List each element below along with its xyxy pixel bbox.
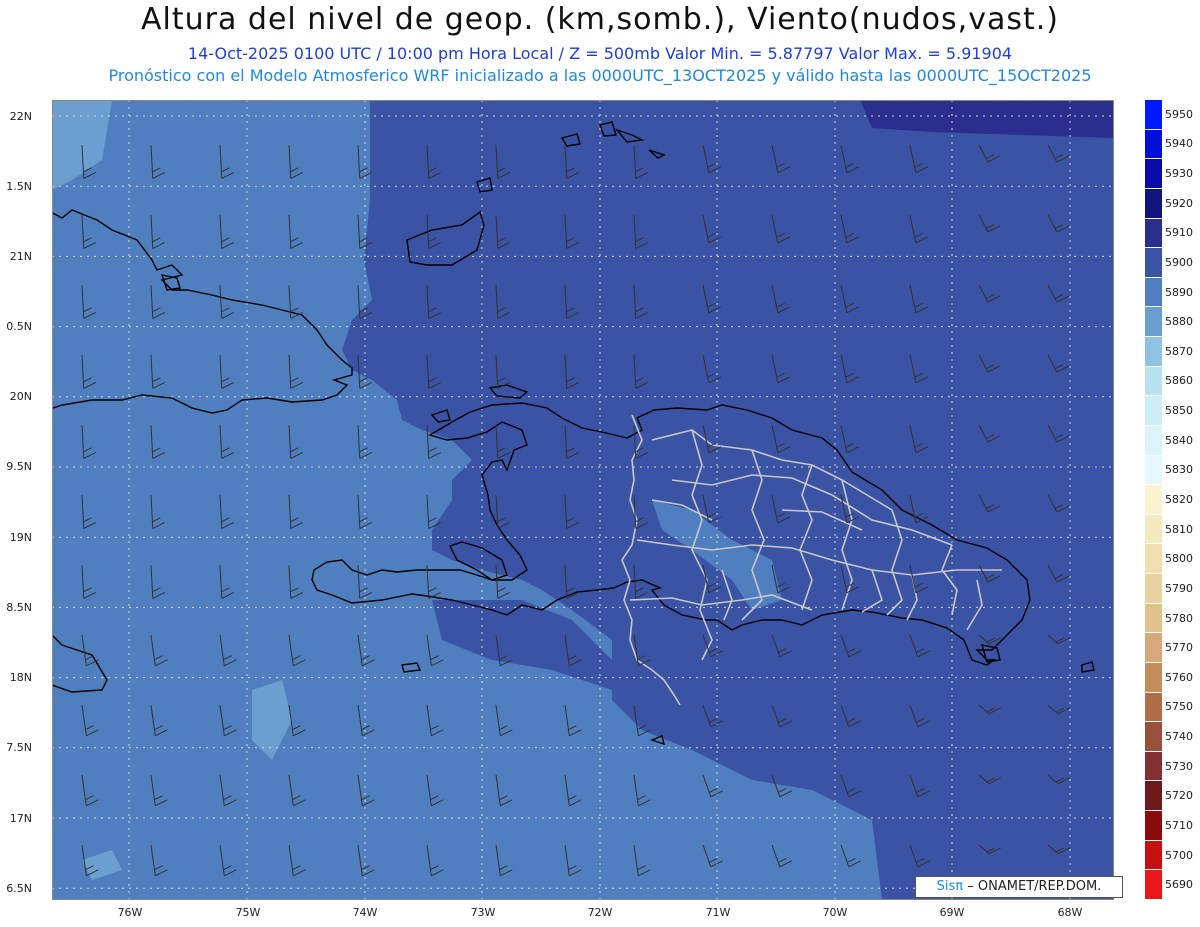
colorbar-swatch [1145, 603, 1162, 634]
colorbar-label: 5900 [1165, 255, 1193, 269]
colorbar-swatch [1145, 722, 1162, 752]
lon-label: 71W [705, 906, 731, 919]
colorbar-swatch [1145, 633, 1162, 663]
colorbar-label: 5690 [1165, 878, 1193, 892]
colorbar-label: 5810 [1165, 522, 1193, 536]
lon-label: 68W [1057, 906, 1083, 919]
lat-label: 8.5N [6, 601, 32, 614]
credit-box: Sisπ – ONAMET/REP.DOM. [915, 876, 1123, 898]
lon-label: 69W [939, 906, 965, 919]
colorbar-label: 5730 [1165, 759, 1193, 773]
colorbar-swatch [1145, 307, 1162, 338]
colorbar-label: 5720 [1165, 789, 1193, 803]
colorbar-swatch [1145, 425, 1162, 456]
colorbar-swatch [1145, 337, 1162, 367]
colorbar-swatch [1145, 100, 1162, 130]
colorbar-swatch [1145, 277, 1162, 308]
model-info: Pronóstico con el Modelo Atmosferico WRF… [108, 66, 1092, 85]
colorbar-label: 5700 [1165, 848, 1193, 862]
colorbar-label: 5870 [1165, 344, 1193, 358]
lon-label: 74W [352, 906, 378, 919]
lon-label: 75W [235, 906, 261, 919]
colorbar-label: 5880 [1165, 315, 1193, 329]
lat-label: 0.5N [6, 320, 32, 333]
lat-label: 1.5N [6, 180, 32, 193]
lat-label: 9.5N [6, 460, 32, 473]
lon-label: 73W [470, 906, 496, 919]
lon-label: 72W [587, 906, 613, 919]
colorbar-swatch [1145, 248, 1162, 278]
colorbar-label: 5820 [1165, 493, 1193, 506]
colorbar-swatch [1145, 751, 1162, 782]
colorbar-swatch [1145, 188, 1162, 219]
colorbar-label: 5780 [1165, 611, 1193, 625]
colorbar-label: 5890 [1165, 285, 1193, 299]
lon-label: 70W [822, 906, 848, 919]
colorbar-swatch [1145, 574, 1162, 604]
lat-label: 19N [9, 531, 32, 544]
colorbar-label: 5850 [1165, 404, 1193, 418]
map-title: Altura del nivel de geop. (km,somb.), Vi… [141, 2, 1059, 37]
colorbar-swatch [1145, 692, 1162, 723]
colorbar-label: 5750 [1165, 700, 1193, 714]
lat-label: 20N [9, 390, 32, 403]
colorbar-label: 5920 [1165, 196, 1193, 210]
lat-label: 21N [9, 250, 32, 263]
lat-label: 7.5N [6, 741, 32, 754]
colorbar-label: 5830 [1165, 463, 1193, 477]
colorbar-swatch [1145, 366, 1162, 397]
colorbar-swatch [1145, 485, 1162, 515]
colorbar-swatch [1145, 396, 1162, 426]
colorbar-label: 5940 [1165, 137, 1193, 151]
colorbar-swatch [1145, 662, 1162, 693]
colorbar-swatch [1145, 544, 1162, 575]
colorbar-label: 5710 [1165, 818, 1193, 832]
colorbar-swatch [1145, 129, 1162, 160]
colorbar-label: 5760 [1165, 670, 1193, 684]
colorbar-swatch [1145, 218, 1162, 249]
lat-label: 18N [9, 671, 32, 684]
colorbar-label: 5840 [1165, 433, 1193, 447]
colorbar-label: 5860 [1165, 374, 1193, 388]
colorbar-label: 5770 [1165, 641, 1193, 655]
colorbar-swatch [1145, 455, 1162, 486]
sispi-logo: Sisπ [936, 879, 964, 894]
lat-label: 17N [9, 812, 32, 825]
colorbar-label: 5790 [1165, 581, 1193, 595]
colorbar-swatch [1145, 514, 1162, 545]
colorbar-label: 5930 [1165, 167, 1193, 181]
colorbar-swatch [1145, 840, 1162, 871]
colorbar-swatch [1145, 811, 1162, 841]
lat-label: 6.5N [6, 882, 32, 895]
colorbar-label: 5910 [1165, 226, 1193, 240]
colorbar-swatch [1145, 870, 1162, 900]
colorbar-label: 5950 [1165, 107, 1193, 121]
lat-label: 22N [9, 110, 32, 123]
map-subtitle: 14-Oct-2025 0100 UTC / 10:00 pm Hora Loc… [187, 44, 1013, 63]
colorbar-swatch [1145, 159, 1162, 189]
colorbar-label: 5800 [1165, 552, 1193, 566]
colorbar-swatch [1145, 781, 1162, 812]
forecast-map[interactable] [52, 100, 1114, 900]
colorbar-label: 5740 [1165, 730, 1193, 744]
lon-label: 76W [117, 906, 143, 919]
credit-text: – ONAMET/REP.DOM. [967, 879, 1102, 894]
